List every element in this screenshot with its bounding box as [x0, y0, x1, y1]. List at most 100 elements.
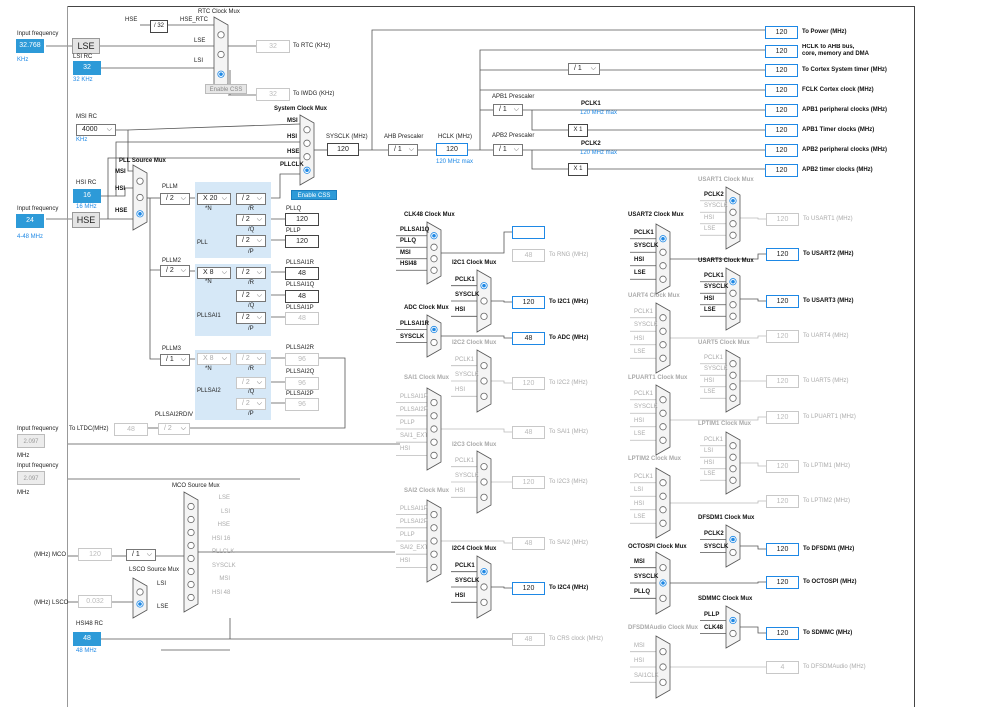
mco-input-label: LSE — [218, 495, 230, 501]
pllsai2q-output: 96 — [285, 377, 319, 390]
lsco-lse-label: LSE — [157, 604, 169, 610]
sdmmc-output-value: 120 — [766, 627, 799, 640]
lptim2-input-label: HSI — [634, 500, 645, 507]
rng-output-label: To RNG (MHz) — [549, 252, 589, 258]
output-value-4[interactable]: 120 — [765, 104, 798, 117]
rtc-mux-title: RTC Clock Mux — [198, 9, 240, 15]
i2c3-mux-title: I2C3 Clock Mux — [452, 442, 497, 448]
plln-select[interactable]: X 20 ⌵ — [197, 193, 231, 205]
pllsai1r-select[interactable]: / 2 ⌵ — [236, 267, 266, 279]
pllsrc-hsi-label: HSI — [115, 186, 126, 192]
lpuart1-input-label: LSE — [634, 431, 646, 438]
crs-output-label: To CRS clock (MHz) — [549, 636, 604, 642]
apb1-prescaler-select[interactable]: / 1 ⌵ — [493, 104, 523, 116]
sai1-input-label: SAI1_EXT — [400, 433, 429, 440]
pllm3-label: PLLM3 — [162, 346, 182, 352]
apb2-timer-multiplier: X 1 — [568, 163, 588, 176]
ahb-prescaler-select[interactable]: / 1 ⌵ — [388, 144, 418, 156]
apb1-prescaler-label: APB1 Prescaler — [492, 94, 535, 100]
hsi-rc-label: HSI RC — [76, 180, 97, 186]
pllsai2rdiv-select[interactable]: / 2 ⌵ — [158, 423, 190, 435]
sys-enable-css-button[interactable]: Enable CSS — [291, 190, 337, 200]
adc-input-label: PLLSAI1R — [400, 320, 430, 327]
output-value-7[interactable]: 120 — [765, 164, 798, 177]
pllsai1q-select[interactable]: / 2 ⌵ — [236, 290, 266, 302]
ext1-frequency-input[interactable]: 2.097 — [17, 434, 45, 448]
i2c2-input-label: SYSCLK — [455, 372, 479, 378]
pllm2-select[interactable]: / 2 ⌵ — [160, 265, 190, 277]
output-value-0[interactable]: 120 — [765, 26, 798, 39]
hclk-input[interactable]: 120 — [436, 143, 468, 156]
sysmux-msi-label: MSI — [287, 118, 298, 124]
sai2-input-label: PLLSAI2P — [400, 518, 428, 525]
hse-oscillator[interactable]: HSE — [72, 212, 100, 228]
pllm-value: / 2 — [166, 195, 174, 202]
i2c1-mux-title: I2C1 Clock Mux — [452, 260, 497, 266]
pllm3-value: / 1 — [166, 356, 174, 363]
output-value-1[interactable]: 120 — [765, 45, 798, 58]
lptim2-mux-title: LPTIM2 Clock Mux — [628, 456, 682, 462]
uart4-input-label: LSE — [634, 349, 646, 356]
octospi-output-label: To OCTOSPI (MHz) — [803, 579, 857, 585]
pllsai2r-select[interactable]: / 2 ⌵ — [236, 353, 266, 365]
ahb-prescaler-value: / 1 — [394, 146, 402, 153]
pllsai1p-select[interactable]: / 2 ⌵ — [236, 312, 266, 324]
pllp-select[interactable]: / 2 ⌵ — [236, 235, 266, 247]
sdmmc-input-label: PLLP — [704, 611, 720, 618]
sysclk-value: 120 — [327, 143, 359, 156]
usart2-output-label: To USART2 (MHz) — [803, 251, 854, 257]
pllsai2n-select[interactable]: X 8 ⌵ — [197, 353, 231, 365]
rtc-enable-css-button[interactable]: Enable CSS — [205, 84, 247, 94]
pll-name: PLL — [197, 240, 208, 246]
mco-divider-select[interactable]: / 1 ⌵ — [126, 549, 156, 561]
clk48-input-label: PLLSAI1Q — [400, 226, 430, 233]
pllsai2q-div-label: /Q — [248, 389, 255, 395]
pllsai2rdiv-value: / 2 — [164, 425, 172, 432]
pllsai2p-select[interactable]: / 2 ⌵ — [236, 398, 266, 410]
apb2-prescaler-select[interactable]: / 1 ⌵ — [493, 144, 523, 156]
usart3-output-label: To USART3 (MHz) — [803, 298, 854, 304]
pllsai2q-select[interactable]: / 2 ⌵ — [236, 377, 266, 389]
systick-divider-value: / 1 — [574, 65, 582, 72]
pll-source-mux-title: PLL Source Mux — [119, 158, 166, 164]
mco-input-label: MSI — [219, 576, 230, 582]
output-value-5[interactable]: 120 — [765, 124, 798, 137]
i2c3-input-label: HSI — [455, 488, 466, 495]
lse-frequency-input[interactable]: 32.768 — [16, 39, 44, 53]
output-value-6[interactable]: 120 — [765, 144, 798, 157]
lptim2-input-label: LSE — [634, 514, 646, 521]
pllq-select[interactable]: / 2 ⌵ — [236, 214, 266, 226]
pllsai2p-div-value: / 2 — [242, 400, 250, 407]
lse-oscillator[interactable]: LSE — [72, 38, 100, 54]
hsi-unit: 16 MHz — [76, 204, 97, 210]
msi-range-select[interactable]: 4000 ⌵ — [76, 124, 116, 136]
sai2-input-label: HSI — [400, 558, 411, 565]
pllsai1r-label: PLLSAI1R — [286, 260, 315, 266]
hclk-max: 120 MHz max — [436, 159, 474, 165]
clk48-mux-title: CLK48 Clock Mux — [404, 212, 455, 218]
systick-divider-select[interactable]: / 1 ⌵ — [568, 63, 600, 75]
pllsai2r-div-value: / 2 — [242, 355, 250, 362]
lsco-output-value: 0.032 — [78, 595, 112, 608]
pllsai1p-div-value: / 2 — [242, 314, 250, 321]
dfsdmaudio-output-value: 4 — [766, 661, 799, 674]
pllm-select[interactable]: / 2 ⌵ — [160, 193, 190, 205]
hse-frequency-input[interactable]: 24 — [16, 214, 44, 228]
ext2-frequency-input[interactable]: 2.097 — [17, 471, 45, 485]
pllr-select[interactable]: / 2 ⌵ — [236, 193, 266, 205]
uart4-output-label: To UART4 (MHz) — [803, 333, 849, 339]
pllp-div-label: /P — [248, 249, 254, 255]
dfsdmaudio-mux-title: DFSDMAudio Clock Mux — [628, 625, 698, 631]
pllsai2q-div-value: / 2 — [242, 379, 250, 386]
lsco-mux-title: LSCO Source Mux — [129, 567, 180, 573]
pllm3-select[interactable]: / 1 ⌵ — [160, 354, 190, 366]
sai1-input-label: PLLP — [400, 420, 415, 426]
mco-output-label: (MHz) MCO — [34, 552, 66, 558]
lptim1-input-label: LSI — [704, 448, 714, 455]
usart1-input-label: SYSCLK — [704, 203, 728, 210]
pllp-div-value: / 2 — [242, 237, 250, 244]
output-value-2[interactable]: 120 — [765, 64, 798, 77]
output-value-3[interactable]: 120 — [765, 84, 798, 97]
octospi-mux-title: OCTOSPI Clock Mux — [628, 544, 687, 550]
pllsai1n-select[interactable]: X 8 ⌵ — [197, 267, 231, 279]
